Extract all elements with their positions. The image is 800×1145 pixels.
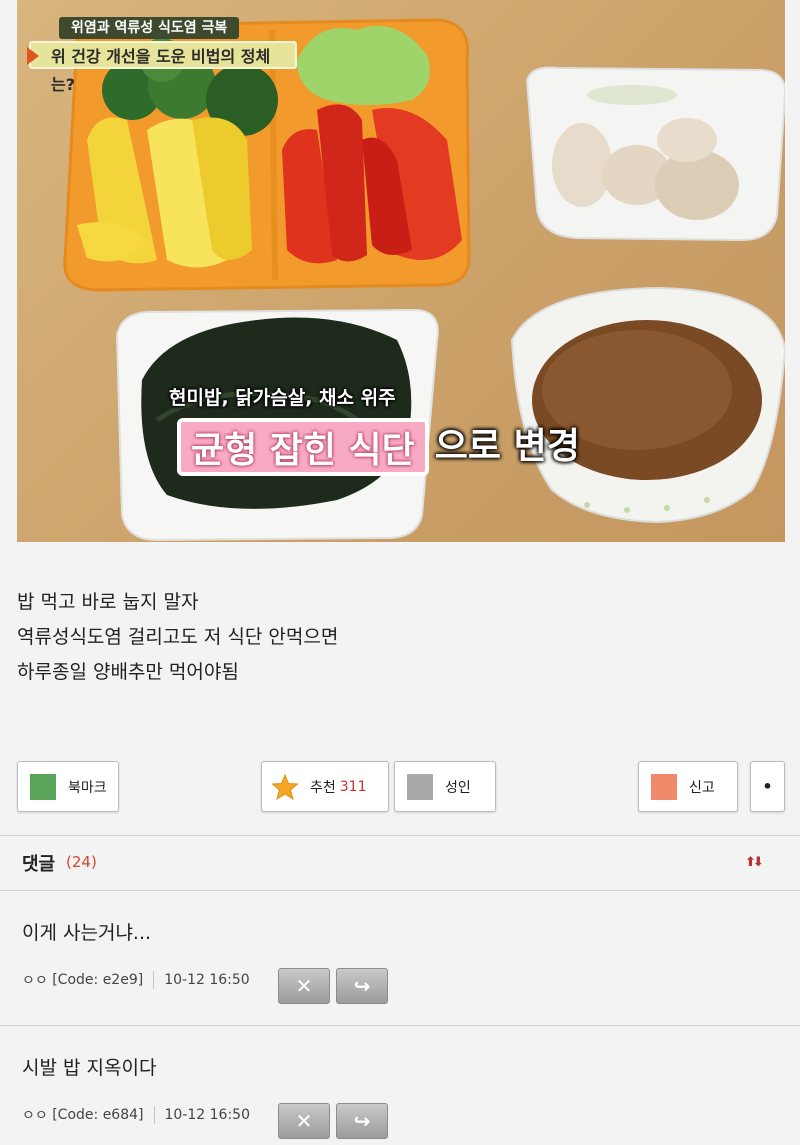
recommend-count: 311 xyxy=(339,778,367,795)
close-icon: ✕ xyxy=(295,974,313,998)
caption-main: 균형 잡힌 식단 으로 변경 xyxy=(177,418,580,476)
comment-meta: ㅇㅇ [Code: e2e9] 10-12 16:50 xyxy=(22,970,250,990)
post-line: 하루종일 양배추만 먹어야됨 xyxy=(17,661,239,683)
comment-author: ㅇㅇ xyxy=(22,973,48,989)
more-dot-icon: • xyxy=(762,777,773,796)
bookmark-icon xyxy=(30,773,56,800)
delete-comment-button[interactable]: ✕ xyxy=(278,968,330,1004)
delete-comment-button[interactable]: ✕ xyxy=(278,1103,330,1139)
caption-rest: 으로 변경 xyxy=(434,426,580,467)
comments-title: 댓글 xyxy=(22,854,56,875)
post-image: 위염과 역류성 식도염 극복 위 건강 개선을 도운 비법의 정체는? 현미밥,… xyxy=(17,0,785,542)
report-label: 신고 xyxy=(689,779,715,796)
comment-time: 10-12 16:50 xyxy=(164,972,250,988)
comments-count: (24) xyxy=(66,853,97,871)
comment-code: [Code: e2e9] xyxy=(52,972,144,988)
adult-icon xyxy=(407,773,433,800)
comment-meta: ㅇㅇ [Code: e684] 10-12 16:50 xyxy=(22,1105,250,1125)
comments-header: 댓글 (24) ⬆⬇ xyxy=(0,835,800,891)
sort-arrows-icon[interactable]: ⬆⬇ xyxy=(745,855,764,870)
comment-item: 이게 사는거냐... ㅇㅇ [Code: e2e9] 10-12 16:50 ✕… xyxy=(0,892,800,1026)
reply-arrow-icon: ↪ xyxy=(353,974,371,998)
recommend-label: 추천 xyxy=(310,779,336,796)
tv-banner-line2: 위 건강 개선을 도운 비법의 정체는? xyxy=(27,41,297,94)
post-body: 밥 먹고 바로 눕지 말자 역류성식도염 걸리고도 저 식단 안먹으면 하루종일… xyxy=(17,585,777,690)
reply-comment-button[interactable]: ↪ xyxy=(336,1103,388,1139)
adult-button[interactable]: 성인 xyxy=(394,761,496,812)
comment-author: ㅇㅇ xyxy=(22,1108,48,1124)
comment-text: 시발 밥 지옥이다 xyxy=(22,1057,157,1079)
divider xyxy=(153,971,155,989)
post-line: 밥 먹고 바로 눕지 말자 xyxy=(17,591,199,613)
comment-time: 10-12 16:50 xyxy=(164,1107,250,1123)
comment-text: 이게 사는거냐... xyxy=(22,922,152,944)
reply-arrow-icon: ↪ xyxy=(353,1109,371,1133)
comment-code: [Code: e684] xyxy=(52,1107,144,1123)
caption-highlight: 균형 잡힌 식단 xyxy=(177,418,429,476)
bookmark-button[interactable]: 북마크 xyxy=(17,761,119,812)
play-arrow-icon xyxy=(27,47,39,65)
comment-item: 시발 밥 지옥이다 ㅇㅇ [Code: e684] 10-12 16:50 ✕ … xyxy=(0,1027,800,1145)
close-icon: ✕ xyxy=(295,1109,313,1133)
star-icon xyxy=(272,773,298,800)
reply-comment-button[interactable]: ↪ xyxy=(336,968,388,1004)
bookmark-label: 북마크 xyxy=(68,779,107,796)
adult-label: 성인 xyxy=(445,779,471,796)
caption-small: 현미밥, 닭가슴살, 채소 위주 xyxy=(169,387,396,409)
divider xyxy=(153,1106,155,1124)
report-icon xyxy=(651,773,677,800)
tv-banner-line1: 위염과 역류성 식도염 극복 xyxy=(59,17,240,39)
more-button[interactable]: • xyxy=(750,761,785,812)
recommend-button[interactable]: 추천 311 xyxy=(261,761,389,812)
report-button[interactable]: 신고 xyxy=(638,761,738,812)
tv-banner: 위염과 역류성 식도염 극복 위 건강 개선을 도운 비법의 정체는? xyxy=(19,17,297,94)
post-line: 역류성식도염 걸리고도 저 식단 안먹으면 xyxy=(17,626,339,648)
